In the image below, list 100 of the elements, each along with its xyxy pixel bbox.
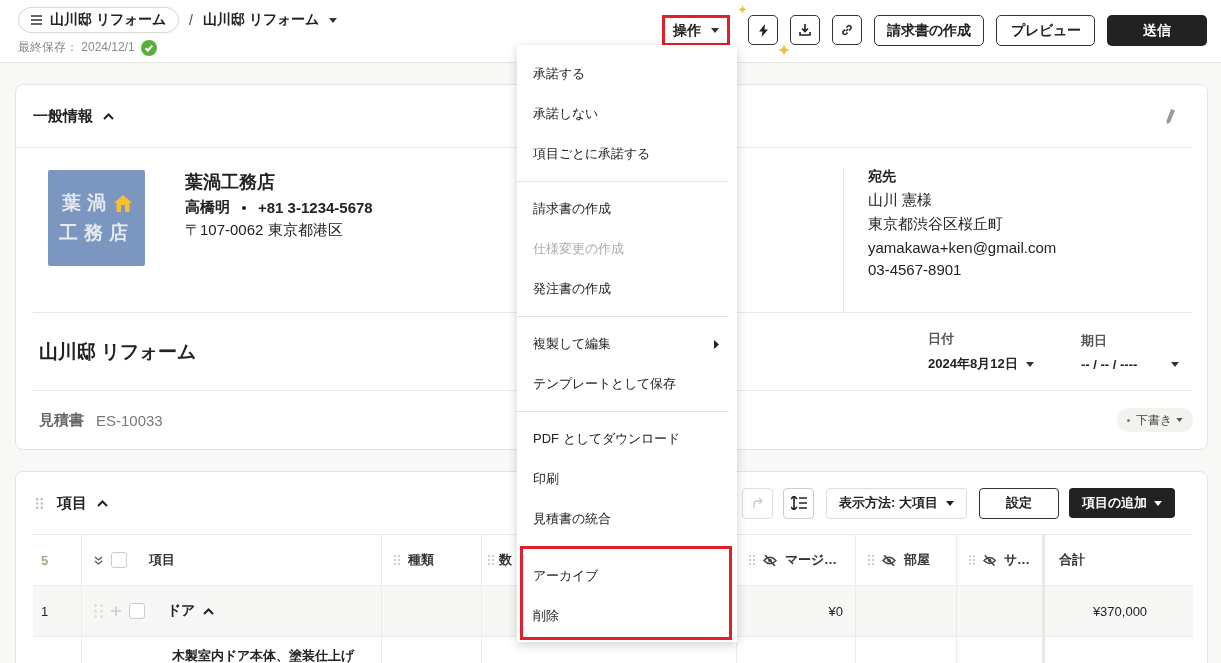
drag-handle-icon[interactable] xyxy=(394,555,400,565)
caret-icon xyxy=(1025,361,1034,367)
column-header[interactable]: 種類 xyxy=(382,535,482,585)
caret-icon xyxy=(328,17,337,23)
download-icon xyxy=(799,24,811,36)
column-label: マージ… xyxy=(785,551,837,569)
logo-text: 工務店 xyxy=(59,221,134,245)
menu-item[interactable]: テンプレートとして保存 xyxy=(517,364,729,404)
column-header[interactable]: サ… xyxy=(957,535,1043,585)
add-item-button[interactable]: 項目の追加 xyxy=(1069,488,1175,518)
sort-lines-icon xyxy=(790,496,807,510)
recipient-address: 東京都渋谷区桜丘町 xyxy=(868,215,1004,234)
recipient-heading: 宛先 xyxy=(868,168,897,186)
house-icon xyxy=(113,194,132,212)
section-title: 項目 xyxy=(57,493,87,513)
menu-item[interactable]: 複製して編集 xyxy=(517,324,729,364)
menu-item[interactable]: PDF としてダウンロード xyxy=(517,419,729,459)
drag-handle-icon[interactable] xyxy=(969,555,975,565)
pencil-icon[interactable] xyxy=(1165,108,1175,124)
double-chevron-icon[interactable] xyxy=(94,555,103,565)
menu-item[interactable]: 承諾する xyxy=(517,54,729,94)
drag-handle-icon[interactable] xyxy=(36,497,43,509)
drag-handle-icon[interactable] xyxy=(488,555,494,565)
breadcrumb-separator: / xyxy=(188,12,193,28)
column-header[interactable]: 項目 xyxy=(82,535,382,585)
recipient-name: 山川 憲様 xyxy=(868,191,934,210)
project-title-dropdown[interactable]: 山川邸 リフォーム xyxy=(202,11,337,29)
column-label: 合計 xyxy=(1059,551,1085,569)
menu-item[interactable]: アーカイブ xyxy=(523,556,729,596)
send-button[interactable]: 送信 xyxy=(1107,15,1207,46)
column-label: 種類 xyxy=(408,551,434,569)
menu-item[interactable]: 削除 xyxy=(523,596,729,636)
document-type: 見積書 xyxy=(39,410,84,430)
settings-button[interactable]: 設定 xyxy=(979,487,1059,519)
contact-person: 高橋明 xyxy=(185,198,230,217)
drag-handle-icon[interactable] xyxy=(868,555,874,565)
eye-off-icon[interactable] xyxy=(982,554,996,566)
recipient-email: yamakawa+ken@gmail.com xyxy=(868,239,1058,256)
eye-off-icon[interactable] xyxy=(763,554,777,566)
column-label: 項目 xyxy=(149,551,175,569)
action-button[interactable]: プレビュー xyxy=(996,15,1095,46)
company-name: 葉渦工務店 xyxy=(185,171,276,194)
checkbox[interactable] xyxy=(129,603,145,619)
recipient-phone: 03-4567-8901 xyxy=(868,261,963,278)
drag-handle-icon[interactable] xyxy=(749,555,755,565)
company-address: 〒107-0062 東京都港区 xyxy=(185,221,344,240)
date-dropdown[interactable]: -- / -- / ---- xyxy=(1081,356,1179,372)
separator-dot xyxy=(242,205,246,210)
column-label: 数 xyxy=(499,551,512,569)
action-button[interactable]: 請求書の作成 xyxy=(874,15,984,46)
status-dropdown[interactable]: 下書き xyxy=(1117,408,1193,432)
redo-icon xyxy=(752,498,764,508)
last-saved-text: 最終保存： 2024/12/1 xyxy=(18,39,135,56)
caret-icon xyxy=(1171,361,1179,367)
menu-item[interactable]: 見積書の統合 xyxy=(517,499,729,539)
date-dropdown[interactable]: 2024年8月12日 xyxy=(928,355,1081,373)
table-cell: ¥0 xyxy=(828,603,843,619)
bolt-button[interactable] xyxy=(748,15,778,45)
menu-item[interactable]: 項目ごとに承諾する xyxy=(517,134,729,174)
sparkle-icon xyxy=(738,5,747,14)
chevron-icon[interactable] xyxy=(203,607,214,615)
caret-icon xyxy=(711,28,719,33)
table-cell: ¥370,000 xyxy=(1092,603,1148,619)
menu-item[interactable]: 印刷 xyxy=(517,459,729,499)
section-title: 一般情報 xyxy=(33,106,93,126)
item-name: 木製室内ドア本体、塗装仕上げ xyxy=(172,647,354,663)
checkbox[interactable] xyxy=(111,552,127,568)
lightning-icon xyxy=(758,23,768,37)
link-button[interactable] xyxy=(832,15,862,45)
caret-icon xyxy=(1154,500,1162,506)
column-header[interactable]: 部屋 xyxy=(856,535,957,585)
caret-icon xyxy=(1176,418,1183,422)
chevron-icon[interactable] xyxy=(103,112,114,120)
view-mode-dropdown[interactable]: 表示方法: 大項目 xyxy=(826,487,967,519)
date-label: 期日 xyxy=(1081,331,1108,350)
submenu-arrow-icon xyxy=(714,339,719,349)
menu-icon xyxy=(31,15,42,25)
chevron-icon[interactable] xyxy=(97,499,108,507)
row-number: 1 xyxy=(41,603,49,619)
document-number: ES-10033 xyxy=(96,411,163,429)
row-count: 5 xyxy=(41,552,49,568)
caret-icon xyxy=(946,500,954,506)
column-label: 部屋 xyxy=(904,551,930,569)
group-name: ドア xyxy=(167,602,195,620)
row-height-button[interactable] xyxy=(783,487,815,519)
download-button[interactable] xyxy=(790,15,820,45)
menu-item[interactable]: 発注書の作成 xyxy=(517,269,729,309)
drag-handle-icon[interactable] xyxy=(94,604,103,618)
menu-item[interactable]: 請求書の作成 xyxy=(517,189,729,229)
link-icon xyxy=(841,24,853,36)
sparkle-icon xyxy=(778,44,790,56)
column-label: サ… xyxy=(1004,551,1030,569)
menu-item[interactable]: 承諾しない xyxy=(517,94,729,134)
logo-text: 葉渦 xyxy=(61,191,112,215)
project-title: 山川邸 リフォーム xyxy=(39,339,197,364)
company-phone: +81 3-1234-5678 xyxy=(258,199,373,216)
date-label: 日付 xyxy=(928,330,955,348)
redo-button[interactable] xyxy=(742,487,774,519)
eye-off-icon[interactable] xyxy=(882,554,896,566)
plus-icon[interactable] xyxy=(111,606,121,616)
